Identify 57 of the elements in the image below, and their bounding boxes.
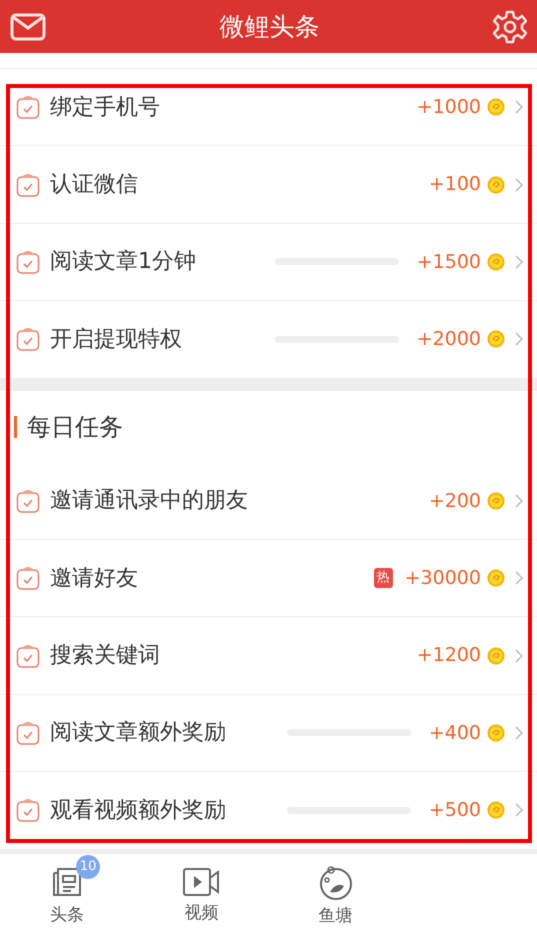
task-icon bbox=[16, 248, 40, 275]
task-icon bbox=[16, 172, 40, 198]
reward-points: +1500 bbox=[416, 250, 481, 275]
tab-bar-item[interactable]: 10 头条 bbox=[34, 854, 100, 928]
task-name: 阅读文章额外奖励 bbox=[50, 719, 226, 748]
task-name: 开启提现特权 bbox=[50, 326, 182, 354]
reward-points: +2000 bbox=[416, 327, 481, 352]
app-title: 微鲤头条 bbox=[220, 10, 320, 43]
reward-points: +1000 bbox=[416, 94, 481, 120]
mail-icon[interactable] bbox=[10, 12, 46, 40]
task-icon bbox=[16, 720, 40, 746]
reward-points: +500 bbox=[428, 798, 481, 824]
section-title: 每日任务 bbox=[27, 412, 123, 443]
coin-icon bbox=[487, 330, 505, 348]
tab-bar-item[interactable]: 鱼塘 bbox=[302, 854, 370, 929]
coin-icon bbox=[487, 492, 505, 510]
coin-icon bbox=[487, 252, 505, 271]
reward-points: +1200 bbox=[416, 643, 481, 668]
task-name: 邀请通讯录中的朋友 bbox=[50, 487, 248, 516]
fish-bowl-icon bbox=[318, 864, 354, 900]
chevron-right-icon bbox=[515, 178, 523, 192]
reward-points: +100 bbox=[428, 172, 481, 198]
coin-icon bbox=[487, 646, 505, 665]
coin-icon bbox=[487, 176, 505, 194]
hot-tag: 热 bbox=[374, 568, 393, 588]
chevron-right-icon bbox=[515, 494, 523, 508]
video-camera-icon bbox=[182, 866, 220, 897]
section-accent bbox=[14, 416, 17, 438]
chevron-right-icon bbox=[515, 726, 523, 740]
chevron-right-icon bbox=[515, 254, 523, 269]
task-name: 观看视频额外奖励 bbox=[50, 796, 226, 825]
count-badge: 10 bbox=[76, 854, 100, 879]
chevron-right-icon bbox=[515, 803, 523, 818]
reward-points: +200 bbox=[428, 488, 481, 514]
settings-icon[interactable] bbox=[493, 10, 527, 44]
reward-points: +30000 bbox=[404, 566, 481, 591]
task-name: 认证微信 bbox=[50, 171, 138, 200]
task-name: 绑定手机号 bbox=[50, 94, 160, 122]
coin-icon bbox=[487, 801, 505, 820]
coin-icon bbox=[487, 98, 505, 116]
chevron-right-icon bbox=[515, 648, 523, 663]
reward-points: +400 bbox=[428, 720, 481, 746]
task-icon bbox=[16, 94, 40, 120]
task-name: 搜索关键词 bbox=[50, 642, 160, 670]
task-icon bbox=[16, 642, 40, 669]
chevron-right-icon bbox=[515, 100, 523, 114]
coin-icon bbox=[487, 569, 505, 588]
task-icon bbox=[16, 326, 40, 352]
chevron-right-icon bbox=[515, 332, 523, 346]
task-icon bbox=[16, 565, 40, 592]
coin-icon bbox=[487, 724, 505, 742]
task-name: 邀请好友 bbox=[50, 564, 138, 593]
task-icon bbox=[16, 488, 40, 514]
task-icon bbox=[16, 797, 40, 824]
tab-bar-item[interactable]: 视频 bbox=[166, 856, 236, 926]
task-name: 阅读文章1分钟 bbox=[50, 248, 196, 276]
chevron-right-icon bbox=[515, 571, 523, 586]
